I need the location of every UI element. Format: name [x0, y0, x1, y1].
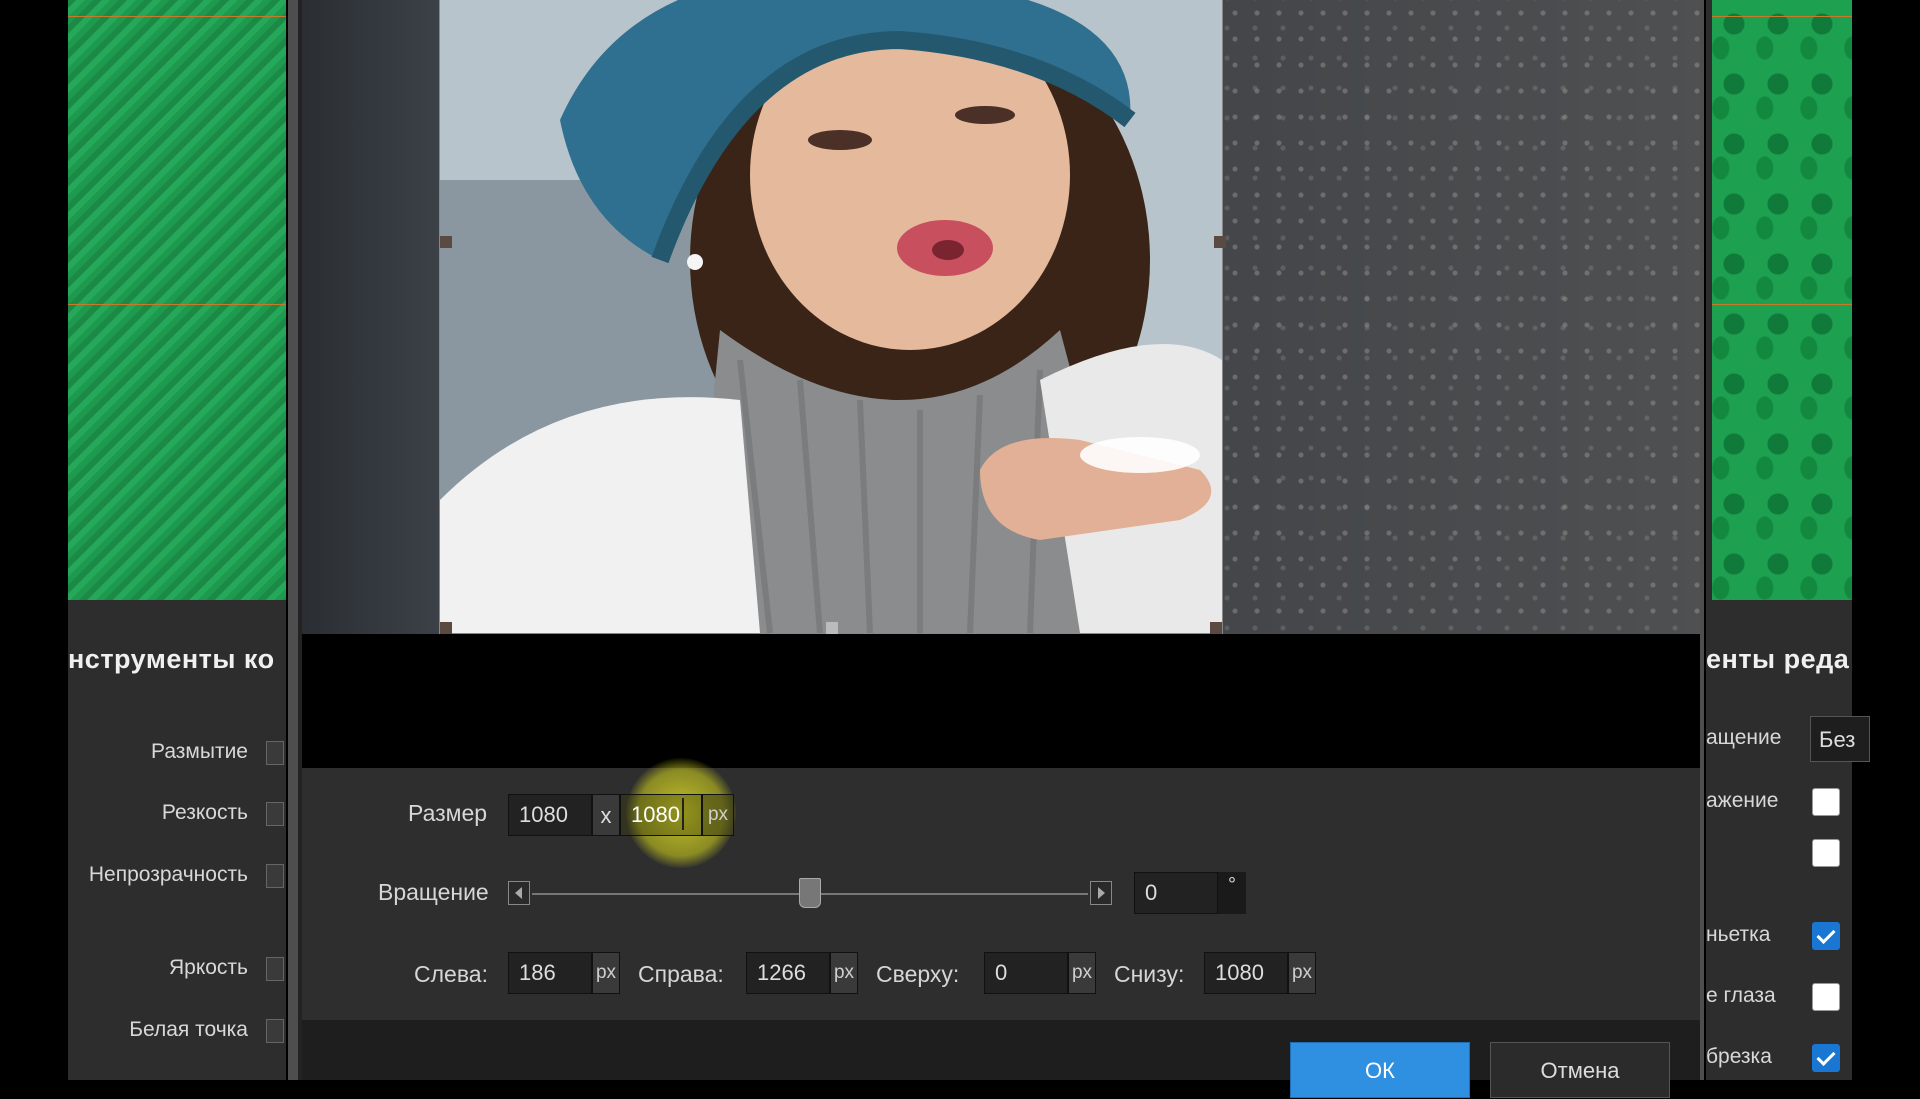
size-separator: x: [592, 794, 620, 836]
right-edit-panel: енты реда ащение Без ажение ньетка е гла…: [1706, 0, 1870, 1080]
crop-checkbox[interactable]: [1812, 1044, 1840, 1072]
sharpness-slider-handle[interactable]: [266, 802, 284, 826]
blur-slider-handle[interactable]: [266, 741, 284, 765]
vignette-label: ньетка: [1706, 923, 1771, 946]
bottom-offset-unit: px: [1288, 952, 1316, 994]
background-pattern-left: [68, 0, 286, 600]
dimmed-area-left: [302, 0, 440, 634]
guide-line: [68, 16, 286, 17]
crop-handle-bottom-right[interactable]: [1210, 622, 1222, 634]
text-cursor-icon: [682, 798, 684, 830]
dimmed-area-right: [1222, 0, 1700, 634]
ok-button[interactable]: ОК: [1290, 1042, 1470, 1098]
right-offset-label: Справа:: [638, 961, 724, 987]
height-input[interactable]: 1080: [620, 794, 702, 836]
rotation-label: Вращение: [378, 879, 489, 905]
size-unit: px: [702, 794, 734, 836]
left-offset-input[interactable]: 186: [508, 952, 592, 994]
top-offset-unit: px: [1068, 952, 1096, 994]
bottom-offset-label: Снизу:: [1114, 961, 1185, 987]
portrait-photo: [440, 0, 1222, 633]
preview-spacer: [302, 634, 1700, 768]
crop-handle-right[interactable]: [1214, 236, 1226, 248]
cancel-button[interactable]: Отмена: [1490, 1042, 1670, 1098]
guide-line: [68, 304, 286, 305]
bottom-offset-input[interactable]: 1080: [1204, 952, 1288, 994]
red-eye-label: е глаза: [1706, 984, 1776, 1007]
background-pattern-right: [1712, 0, 1852, 600]
white-point-slider-handle[interactable]: [266, 1019, 284, 1043]
left-offset-label: Слева:: [414, 961, 488, 987]
right-offset-unit: px: [830, 952, 858, 994]
option-checkbox[interactable]: [1812, 839, 1840, 867]
blur-label: Размытие: [151, 740, 248, 763]
option-checkbox[interactable]: [1812, 788, 1840, 816]
arrow-right-icon[interactable]: [1090, 881, 1112, 905]
left-offset-unit: px: [592, 952, 620, 994]
left-tools-panel: нструменты ко: [68, 0, 286, 1080]
crop-label: брезка: [1706, 1045, 1772, 1068]
rotation-select[interactable]: Без: [1810, 716, 1870, 762]
crop-handle-left[interactable]: [440, 236, 452, 248]
vignette-checkbox[interactable]: [1812, 922, 1840, 950]
right-panel-title: енты реда: [1706, 644, 1850, 674]
rotation-input[interactable]: 0: [1134, 872, 1218, 914]
brightness-label: Яркость: [168, 956, 248, 979]
guide-line: [1712, 304, 1852, 305]
crop-handle-bottom[interactable]: [826, 622, 838, 634]
arrow-left-icon[interactable]: [508, 881, 530, 905]
white-point-label: Белая точка: [129, 1018, 248, 1041]
opacity-label: Непрозрачность: [88, 863, 248, 886]
degree-unit: °: [1218, 872, 1246, 914]
opacity-slider-handle[interactable]: [266, 864, 284, 888]
brightness-slider-handle[interactable]: [266, 957, 284, 981]
red-eye-checkbox[interactable]: [1812, 983, 1840, 1011]
right-option-label: ажение: [1706, 789, 1779, 812]
rotation-slider-thumb[interactable]: [799, 878, 821, 908]
width-input[interactable]: 1080: [508, 794, 592, 836]
sharpness-label: Резкость: [161, 801, 248, 824]
guide-line: [1712, 16, 1852, 17]
left-panel-title: нструменты ко: [68, 644, 275, 674]
size-label: Размер: [408, 800, 488, 826]
crop-handle-bottom-left[interactable]: [440, 622, 452, 634]
right-offset-input[interactable]: 1266: [746, 952, 830, 994]
top-offset-label: Сверху:: [876, 961, 960, 987]
rotation-label: ащение: [1706, 726, 1782, 749]
crop-selection[interactable]: [439, 0, 1223, 634]
top-offset-input[interactable]: 0: [984, 952, 1068, 994]
